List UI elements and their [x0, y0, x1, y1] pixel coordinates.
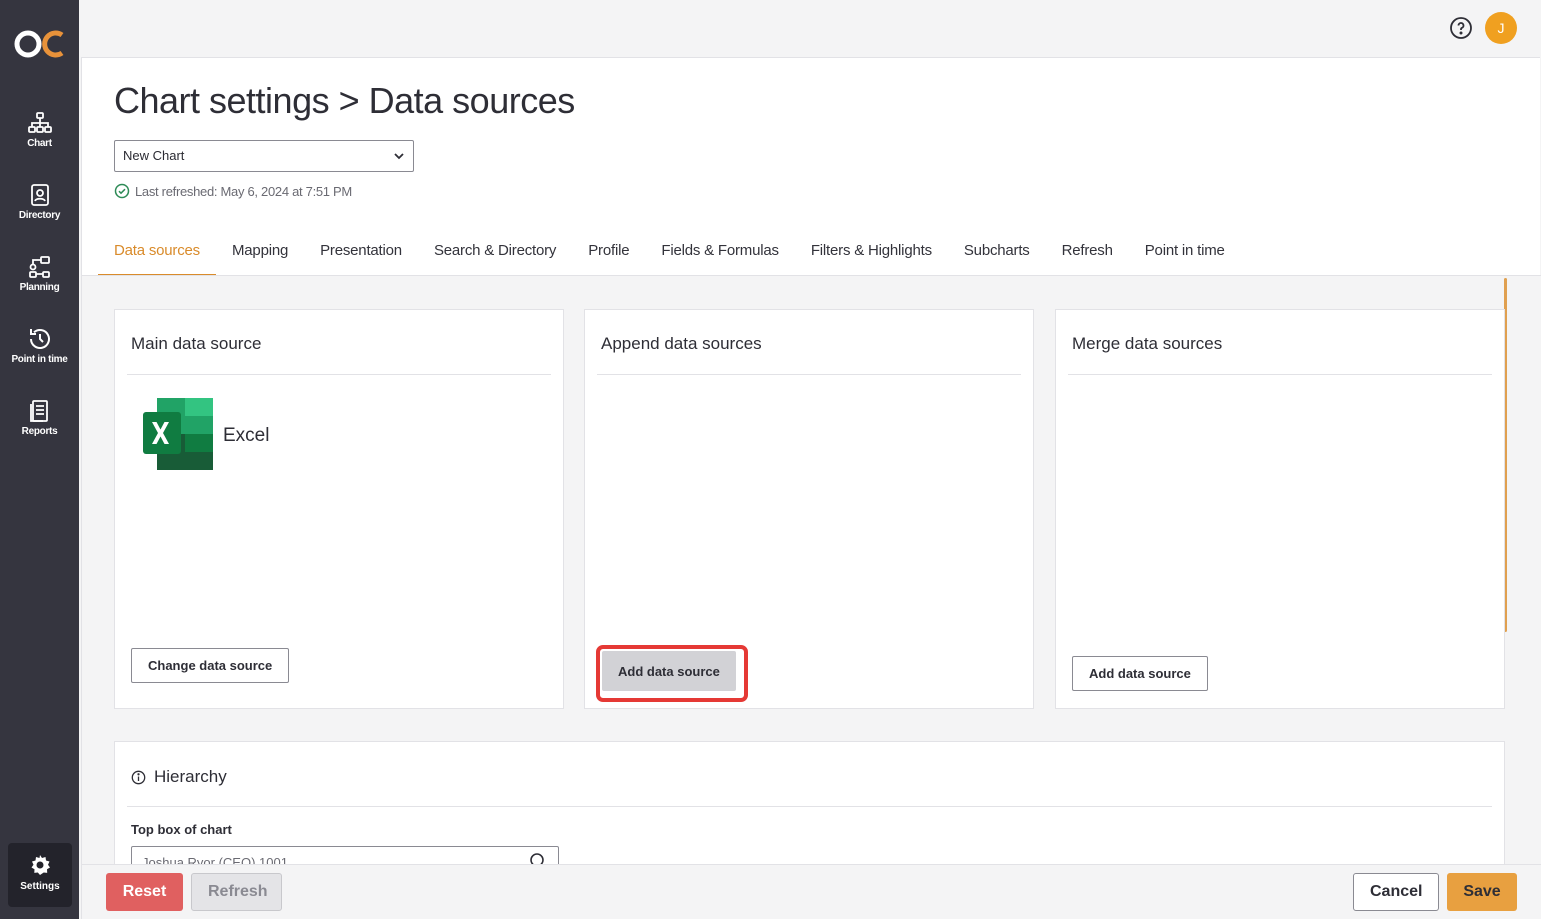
planning-icon: [28, 256, 50, 278]
sidebar-item-reports[interactable]: Reports: [0, 392, 79, 452]
main-panel: Chart settings > Data sources New Chart …: [81, 57, 1541, 919]
sidebar-item-label: Chart: [27, 138, 52, 149]
card-title: Append data sources: [601, 334, 762, 353]
last-refreshed: Last refreshed: May 6, 2024 at 7:51 PM: [114, 183, 352, 199]
sidebar-item-label: Directory: [18, 210, 61, 221]
hierarchy-card: Hierarchy Top box of chart: [114, 741, 1505, 864]
append-data-sources-card: Append data sources Add data source: [584, 309, 1034, 709]
merge-add-data-source-button[interactable]: Add data source: [1072, 656, 1208, 691]
tab-presentation[interactable]: Presentation: [304, 232, 418, 276]
reset-button[interactable]: Reset: [106, 873, 183, 911]
info-icon[interactable]: [131, 770, 146, 785]
sidebar-item-label: Settings: [20, 881, 60, 892]
settings-tabs: Data sources Mapping Presentation Search…: [98, 232, 1241, 276]
append-add-data-source-button[interactable]: Add data source: [602, 651, 736, 691]
avatar[interactable]: J: [1485, 12, 1517, 44]
sidebar-item-label: Reports: [21, 426, 58, 437]
tab-point-in-time[interactable]: Point in time: [1129, 232, 1241, 276]
check-circle-icon: [114, 183, 130, 199]
history-icon: [29, 329, 50, 349]
hierarchy-title: Hierarchy: [131, 767, 227, 787]
change-data-source-button[interactable]: Change data source: [131, 648, 290, 683]
sidebar: Chart Directory Planning Point in time R…: [0, 0, 79, 919]
directory-icon: [30, 184, 49, 206]
tab-filters-highlights[interactable]: Filters & Highlights: [795, 232, 948, 276]
tab-mapping[interactable]: Mapping: [216, 232, 304, 276]
chevron-down-icon: [394, 153, 404, 160]
content-area: Main data source Excel Change data sourc…: [82, 276, 1541, 864]
tab-fields-formulas[interactable]: Fields & Formulas: [645, 232, 794, 276]
page-title: Chart settings > Data sources: [114, 80, 575, 121]
gear-icon: [31, 855, 50, 875]
last-refreshed-text: Last refreshed: May 6, 2024 at 7:51 PM: [135, 183, 352, 199]
cancel-button[interactable]: Cancel: [1353, 873, 1439, 911]
tab-profile[interactable]: Profile: [572, 232, 645, 276]
tab-search-directory[interactable]: Search & Directory: [418, 232, 572, 276]
tab-data-sources[interactable]: Data sources: [98, 232, 216, 276]
sidebar-item-planning[interactable]: Planning: [0, 248, 79, 308]
sidebar-item-settings[interactable]: Settings: [8, 843, 72, 907]
save-button[interactable]: Save: [1447, 873, 1517, 911]
sidebar-item-directory[interactable]: Directory: [0, 176, 79, 236]
card-title: Main data source: [131, 334, 262, 353]
merge-data-sources-card: Merge data sources Add data source: [1055, 309, 1505, 709]
sidebar-item-chart[interactable]: Chart: [0, 104, 79, 164]
sidebar-item-label: Point in time: [11, 354, 68, 365]
data-source-name: Excel: [223, 425, 270, 446]
hierarchy-title-text: Hierarchy: [154, 767, 227, 786]
card-divider: [127, 374, 551, 375]
sidebar-item-label: Planning: [19, 282, 60, 293]
chart-select[interactable]: New Chart: [114, 140, 414, 172]
search-icon[interactable]: [529, 852, 547, 864]
card-divider: [1068, 374, 1492, 375]
main-data-source-card: Main data source Excel Change data sourc…: [114, 309, 564, 709]
footer-bar: Reset Refresh Cancel Save: [82, 864, 1541, 919]
tab-refresh[interactable]: Refresh: [1046, 232, 1129, 276]
refresh-button[interactable]: Refresh: [191, 873, 282, 911]
card-divider: [597, 374, 1021, 375]
reports-icon: [29, 400, 48, 422]
sidebar-item-point-in-time[interactable]: Point in time: [0, 320, 79, 380]
top-box-input[interactable]: [131, 846, 559, 864]
top-box-label: Top box of chart: [131, 822, 232, 837]
chart-select-value: New Chart: [123, 148, 185, 163]
excel-icon: [143, 398, 213, 470]
app-logo[interactable]: [14, 26, 66, 62]
org-chart-icon: [27, 112, 52, 133]
card-divider: [127, 806, 1492, 807]
top-bar: J: [79, 0, 1541, 57]
tab-subcharts[interactable]: Subcharts: [948, 232, 1046, 276]
card-title: Merge data sources: [1072, 334, 1223, 353]
help-icon[interactable]: [1449, 16, 1473, 40]
